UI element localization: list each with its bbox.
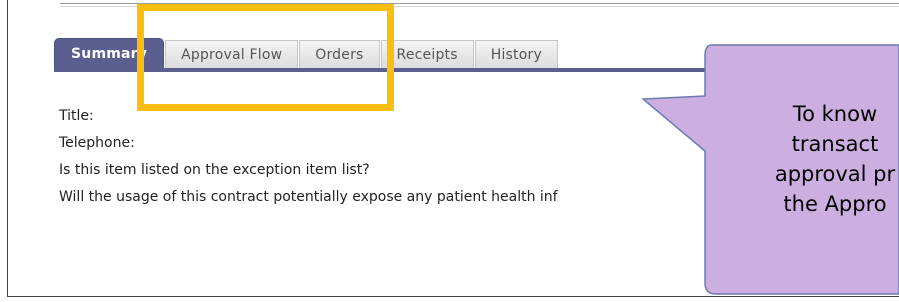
callout-line: approval pr xyxy=(774,162,896,186)
callout-line: To know xyxy=(792,102,878,126)
callout-text: To know transact approval pr the Appro xyxy=(705,99,899,219)
callout-line: the Appro xyxy=(783,192,887,216)
callout-line: transact xyxy=(791,132,879,156)
